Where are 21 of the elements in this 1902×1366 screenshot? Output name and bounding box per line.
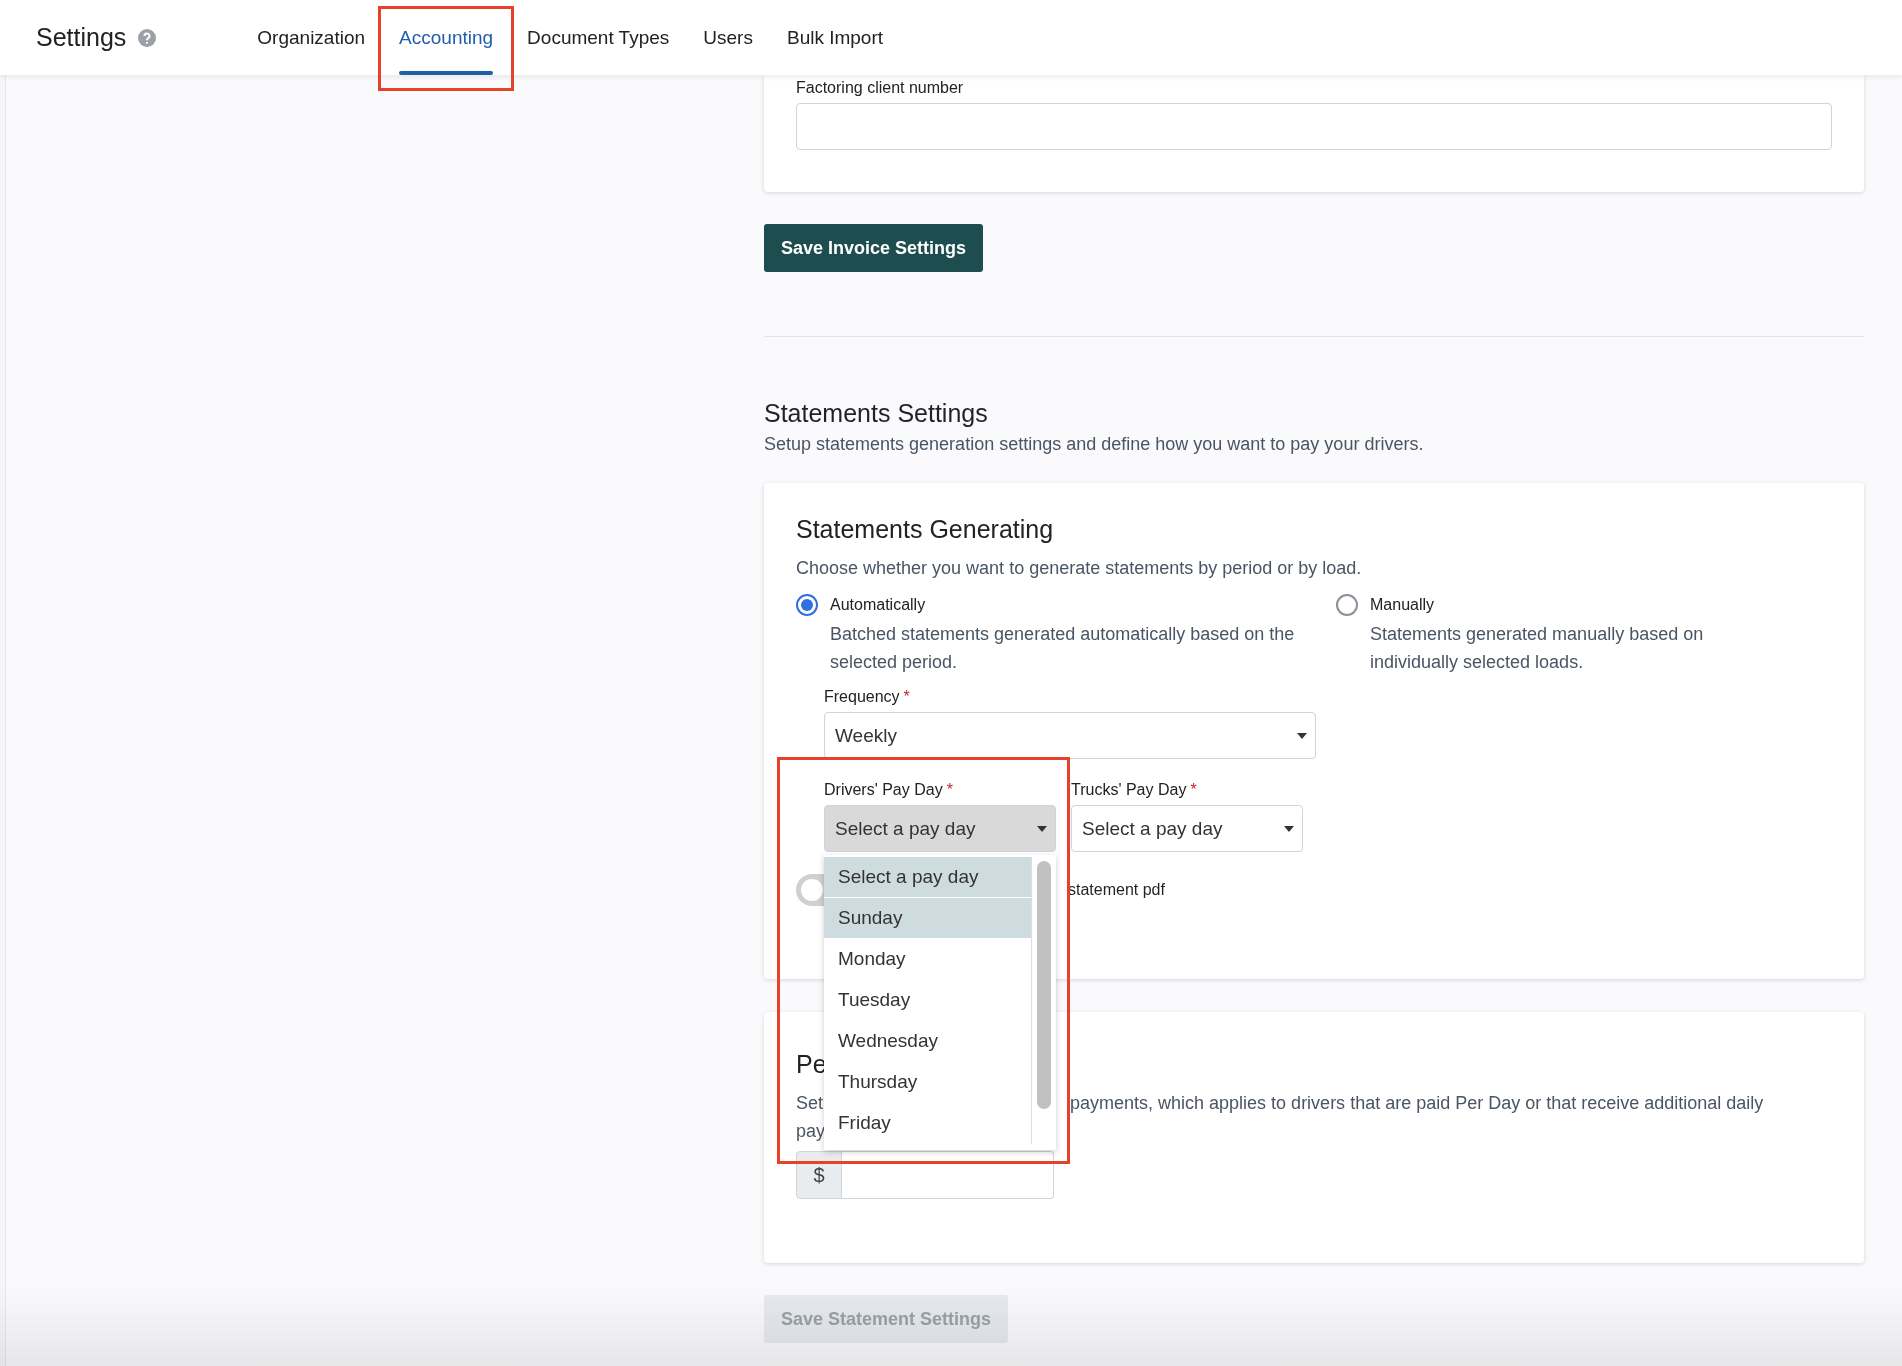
toggle-label: statement pdf: [1068, 881, 1165, 899]
field-label: Frequency: [824, 688, 900, 705]
option-label: Automatically: [830, 596, 927, 614]
option-description: Statements generated manually based on individually selected loads.: [1370, 623, 1705, 674]
option-label: Manually: [1370, 596, 1436, 614]
page-title: Settings: [36, 23, 127, 52]
required-mark: *: [903, 688, 910, 705]
field-label: Factoring client number: [796, 79, 965, 97]
card-description: pay: [796, 1120, 822, 1143]
section-title: Statements Settings: [764, 399, 989, 428]
required-mark: *: [946, 781, 953, 798]
option-description: Batched statements generated automatically based on the selected period.: [830, 623, 1296, 674]
field-label: Trucks' Pay Day: [1071, 781, 1187, 798]
field-label: Drivers' Pay Day: [824, 781, 943, 798]
required-mark: *: [1190, 781, 1197, 798]
card-title: Statements Generating: [796, 515, 1055, 544]
card-description: Set: [796, 1092, 822, 1115]
section-subtitle: Setup statements generation settings and define how you want to pay your drivers.: [764, 434, 1425, 455]
card-description: payments, which applies to drivers that are paid Per Day or that receive additional daily: [1070, 1092, 1765, 1115]
card-description: Choose whether you want to generate statements by period or by load.: [796, 557, 1363, 580]
currency-addon: $: [796, 1151, 842, 1199]
